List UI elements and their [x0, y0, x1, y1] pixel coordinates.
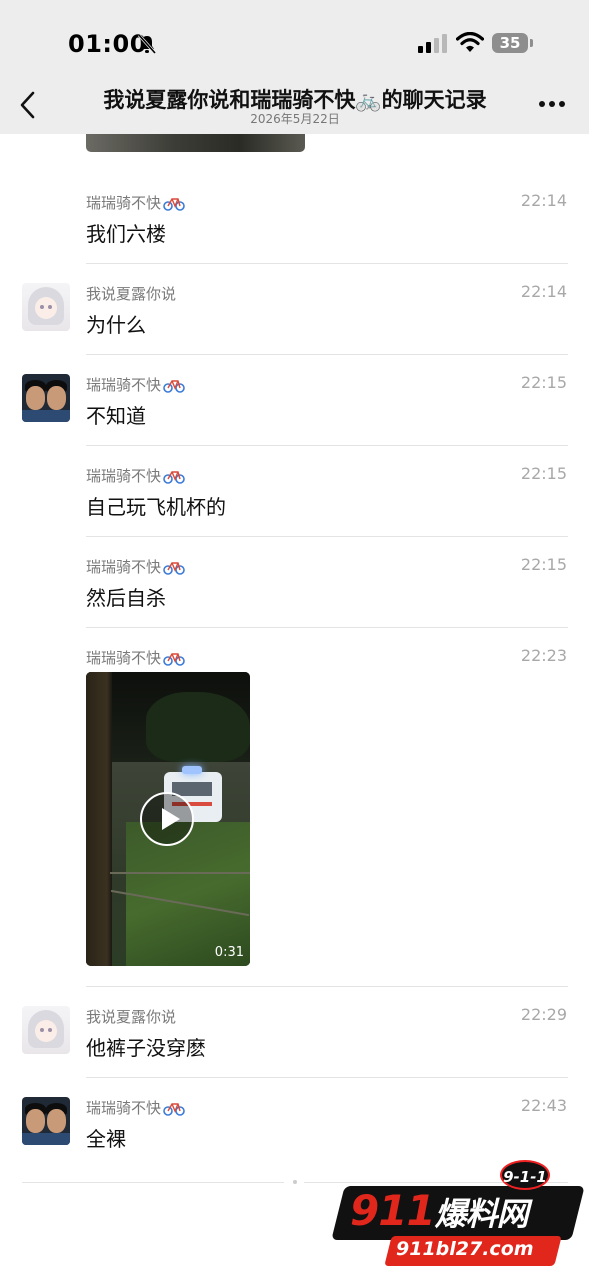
- watermark-logo: 9-1-1 911爆料网 911bl27.com: [331, 1158, 585, 1276]
- end-dot: [293, 1180, 297, 1184]
- bicycle-icon: [163, 471, 185, 484]
- divider: [86, 354, 568, 355]
- divider: [86, 263, 568, 264]
- message-time: 22:15: [520, 464, 567, 483]
- avatar[interactable]: [22, 1006, 70, 1054]
- message-text[interactable]: 然后自杀: [86, 582, 166, 611]
- more-options-icon[interactable]: [538, 100, 566, 108]
- sender-name: 瑞瑞骑不快: [86, 374, 185, 395]
- sender-name: 瑞瑞骑不快: [86, 192, 185, 213]
- message-text[interactable]: 为什么: [86, 309, 146, 338]
- top-bar: 01:00 35 我说夏露你说和瑞瑞骑不快🚲的聊天记录 2026年5月22日: [0, 0, 589, 134]
- message-time: 22:14: [520, 282, 567, 301]
- avatar[interactable]: [22, 374, 70, 422]
- bicycle-icon: [163, 1103, 185, 1116]
- wifi-icon: [456, 32, 484, 52]
- message-text[interactable]: 自己玩飞机杯的: [86, 491, 226, 520]
- divider: [86, 986, 568, 987]
- play-icon[interactable]: [140, 792, 194, 846]
- sender-name: 瑞瑞骑不快: [86, 556, 185, 577]
- message-text[interactable]: 我们六楼: [86, 218, 166, 247]
- divider: [86, 627, 568, 628]
- sender-name: 瑞瑞骑不快: [86, 465, 185, 486]
- video-message[interactable]: 0:31: [86, 672, 250, 966]
- watermark-brand: 911爆料网: [350, 1186, 529, 1235]
- signal-icon: [418, 34, 447, 53]
- sender-name: 我说夏露你说: [86, 285, 177, 303]
- sender-name: 瑞瑞骑不快: [86, 647, 185, 668]
- battery-indicator: 35: [492, 33, 528, 53]
- message-text[interactable]: 不知道: [86, 400, 146, 429]
- end-divider-left: [22, 1182, 284, 1183]
- message-time: 22:29: [520, 1005, 567, 1024]
- bicycle-icon: [163, 380, 185, 393]
- bell-muted-icon: [137, 34, 157, 54]
- avatar[interactable]: [22, 1097, 70, 1145]
- bicycle-icon: [163, 653, 185, 666]
- message-time: 22:15: [520, 555, 567, 574]
- message-text[interactable]: 全裸: [86, 1123, 126, 1152]
- message-text[interactable]: 他裤子没穿麽: [86, 1032, 206, 1061]
- message-time: 22:14: [520, 191, 567, 210]
- sender-name: 我说夏露你说: [86, 1008, 177, 1026]
- divider: [86, 1077, 568, 1078]
- battery-tip: [530, 39, 533, 47]
- avatar[interactable]: [22, 283, 70, 331]
- message-time: 22:23: [520, 646, 567, 665]
- bicycle-icon: [163, 562, 185, 575]
- watermark-url: 911bl27.com: [396, 1238, 534, 1260]
- sender-name: 瑞瑞骑不快: [86, 1097, 185, 1118]
- message-time: 22:15: [520, 373, 567, 392]
- message-time: 22:43: [520, 1096, 567, 1115]
- divider: [86, 536, 568, 537]
- chat-record-date: 2026年5月22日: [250, 112, 340, 126]
- divider: [86, 445, 568, 446]
- bicycle-icon: [163, 198, 185, 211]
- back-chevron-icon[interactable]: [16, 90, 40, 120]
- video-duration: 0:31: [214, 945, 244, 960]
